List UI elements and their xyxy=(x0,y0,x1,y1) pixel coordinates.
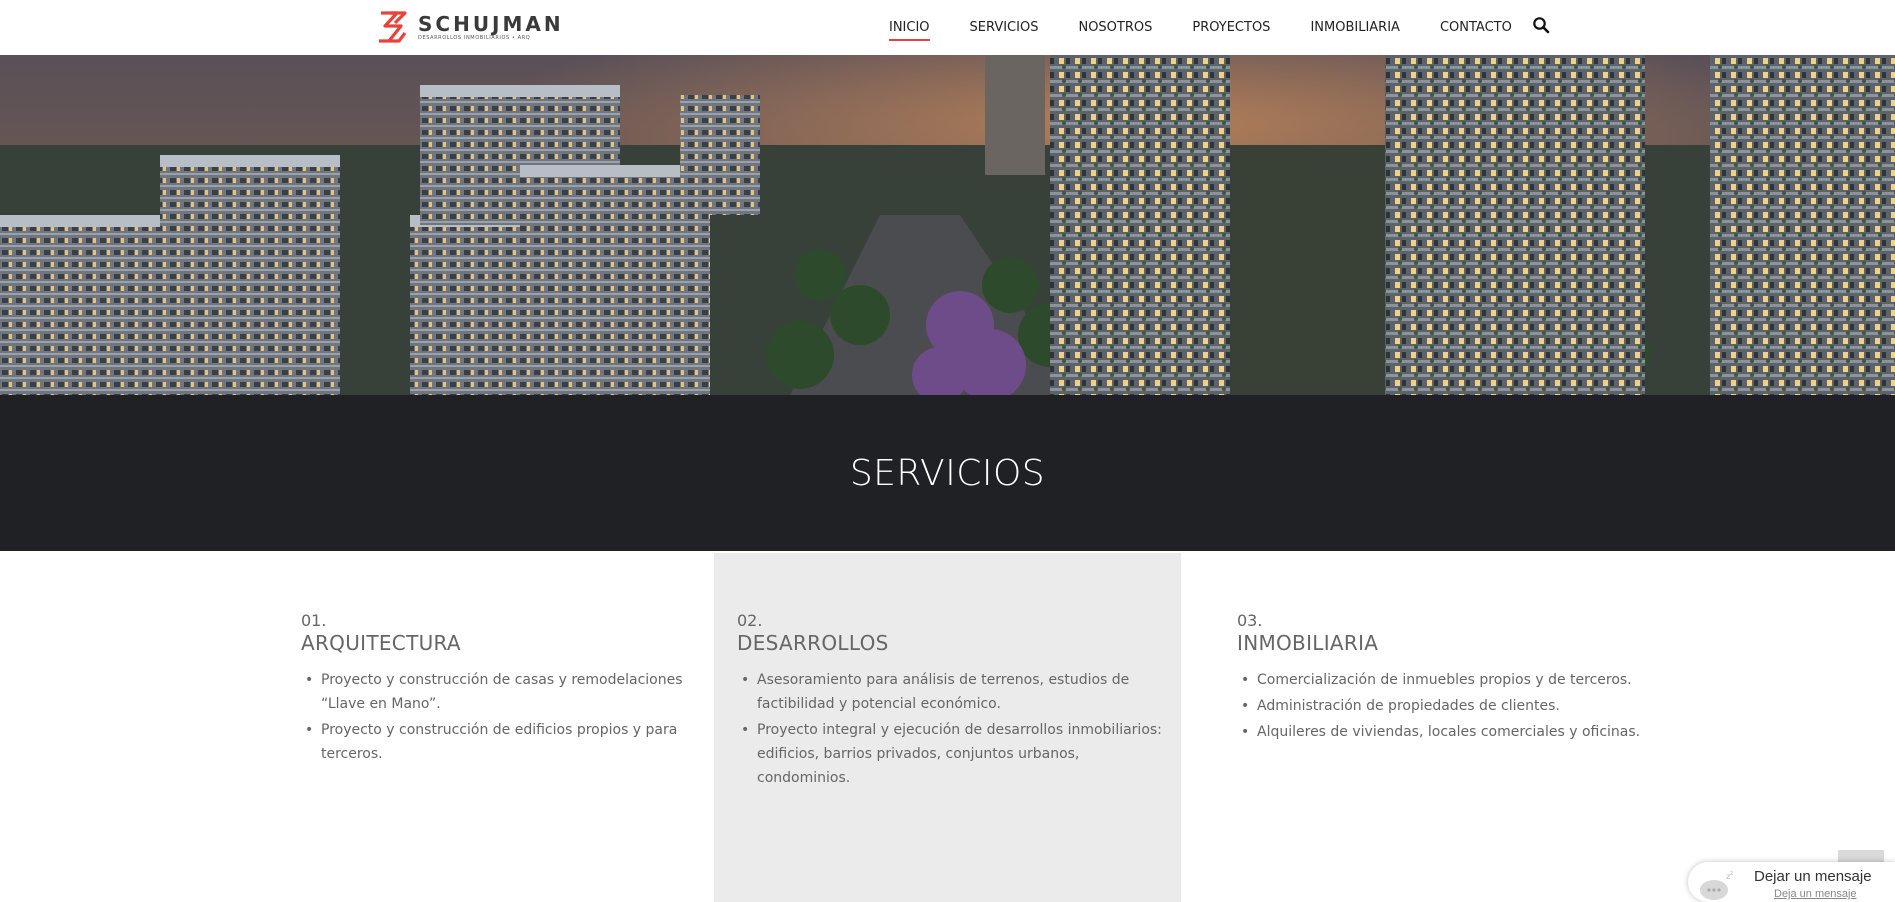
service-title: INMOBILIARIA xyxy=(1237,631,1379,655)
list-item: Proyecto y construcción de edificios pro… xyxy=(301,718,711,766)
services-banner: SERVICIOS xyxy=(0,395,1895,551)
service-list: Proyecto y construcción de casas y remod… xyxy=(301,668,711,766)
nav-item-servicios[interactable]: SERVICIOS xyxy=(970,12,1039,43)
list-item: Proyecto y construcción de casas y remod… xyxy=(301,668,711,716)
service-list: Asesoramiento para análisis de terrenos,… xyxy=(737,668,1167,790)
nav-item-proyectos[interactable]: PROYECTOS xyxy=(1192,12,1270,43)
nav-item-inmobiliaria[interactable]: INMOBILIARIA xyxy=(1310,12,1400,43)
chat-link[interactable]: Deja un mensaje xyxy=(1774,888,1857,900)
list-item: Administración de propiedades de cliente… xyxy=(1237,694,1667,718)
nav-item-nosotros[interactable]: NOSOTROS xyxy=(1078,12,1152,43)
chat-widget[interactable]: z z Dejar un mensaje Deja un mensaje xyxy=(1688,862,1895,902)
list-item: Alquileres de viviendas, locales comerci… xyxy=(1237,720,1667,744)
service-column-inmobiliaria: 03. INMOBILIARIA Comercialización de inm… xyxy=(1237,611,1667,746)
service-column-arquitectura: 01. ARQUITECTURA Proyecto y construcción… xyxy=(301,611,711,768)
services-heading: SERVICIOS xyxy=(849,452,1046,494)
brand-logo[interactable]: SCHUJMAN DESARROLLOS INMOBILIARIOS • ARQ xyxy=(375,9,565,45)
list-item: Asesoramiento para análisis de terrenos,… xyxy=(737,668,1167,716)
service-number: 01. xyxy=(301,611,327,630)
hero-cityscape-illustration xyxy=(0,55,1895,395)
main-nav: INICIO SERVICIOS NOSOTROS PROYECTOS INMO… xyxy=(889,0,1552,55)
nav-item-inicio[interactable]: INICIO xyxy=(889,12,930,43)
chat-title: Dejar un mensaje xyxy=(1754,868,1872,885)
service-number: 03. xyxy=(1237,611,1263,630)
service-list: Comercialización de inmuebles propios y … xyxy=(1237,668,1667,744)
list-item: Proyecto integral y ejecución de desarro… xyxy=(737,718,1167,790)
search-icon[interactable] xyxy=(1532,16,1550,34)
service-title: DESARROLLOS xyxy=(737,631,889,655)
service-number: 02. xyxy=(737,611,763,630)
service-title: ARQUITECTURA xyxy=(301,631,461,655)
chat-bubble-icon: z z xyxy=(1700,870,1733,900)
site-header: SCHUJMAN DESARROLLOS INMOBILIARIOS • ARQ… xyxy=(0,0,1895,55)
hero-image xyxy=(0,55,1895,395)
logo-mark-icon xyxy=(379,11,407,43)
svg-text:z: z xyxy=(1730,870,1733,877)
brand-tagline: DESARROLLOS INMOBILIARIOS • ARQ xyxy=(418,34,531,41)
list-item: Comercialización de inmuebles propios y … xyxy=(1237,668,1667,692)
nav-item-contacto[interactable]: CONTACTO xyxy=(1440,12,1512,43)
service-column-desarrollos: 02. DESARROLLOS Asesoramiento para análi… xyxy=(737,611,1167,792)
brand-name: SCHUJMAN xyxy=(418,11,564,36)
